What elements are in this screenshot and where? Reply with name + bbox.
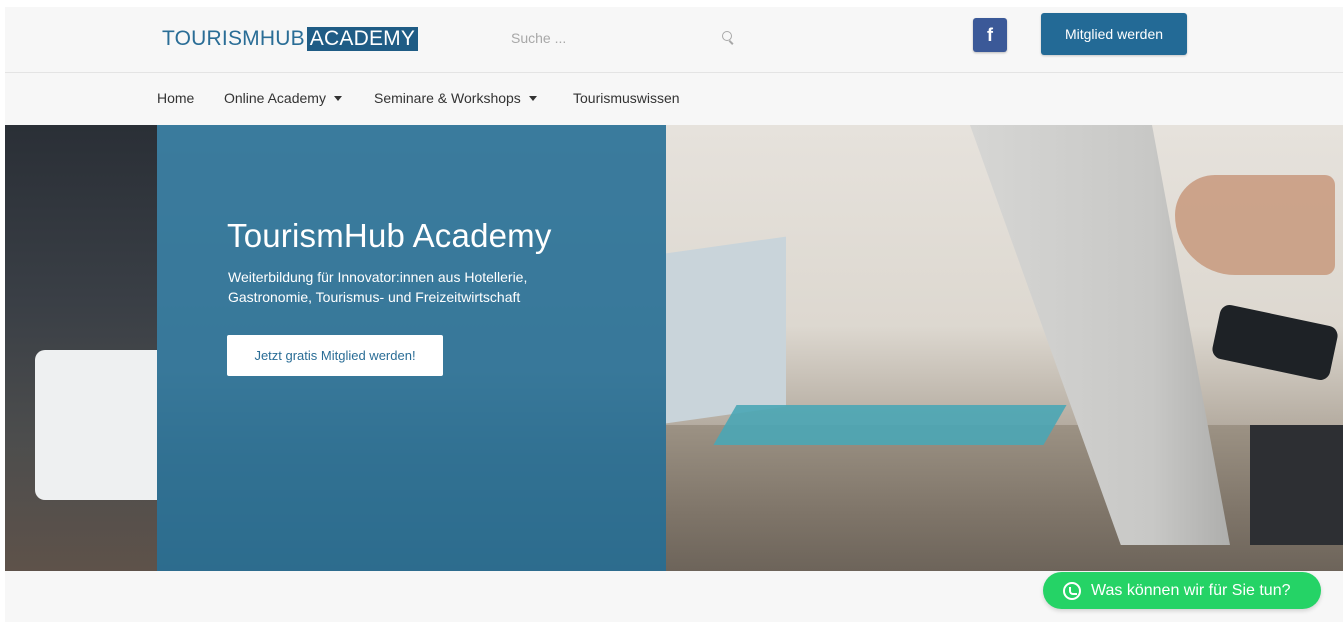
main-navigation: Home Online Academy Seminare & Workshops… [5,73,1343,125]
nav-item-label: Home [157,90,195,106]
hero-image-desk [666,425,1343,571]
search-input[interactable]: Suche ... [505,21,745,55]
search-icon[interactable] [721,30,737,46]
hero-subtitle-line: Weiterbildung für Innovator:innen aus Ho… [228,269,528,285]
whatsapp-icon [1063,581,1081,600]
nav-item-home[interactable]: Home [157,90,194,106]
nav-item-label: Online Academy [224,90,326,106]
caret-down-icon [333,95,342,101]
hero-image-tablet [666,236,786,424]
whatsapp-chat-button[interactable]: Was können wir für Sie tun? [1043,572,1321,609]
hero-subtitle: Weiterbildung für Innovator:innen aus Ho… [228,267,608,307]
hero-image-left [5,125,157,571]
hero-banner: TourismHub Academy Weiterbildung für Inn… [5,125,1343,571]
hero-title: TourismHub Academy [227,217,552,254]
hero-image-hand [1175,175,1335,275]
nav-item-online-academy[interactable]: Online Academy [224,90,342,106]
chat-label: Was können wir für Sie tun? [1091,581,1291,599]
top-header: TOURISMHUB ACADEMY Suche ... f Mitglied … [5,7,1343,73]
nav-item-label: Seminare & Workshops [374,90,521,106]
join-button[interactable]: Mitglied werden [1041,13,1187,55]
nav-item-tourismuswissen[interactable]: Tourismuswissen [573,90,680,106]
site-logo[interactable]: TOURISMHUB ACADEMY [162,27,419,51]
logo-text-highlight: ACADEMY [306,27,419,51]
facebook-icon[interactable]: f [973,18,1007,52]
hero-image-notebook [713,405,1067,445]
hero-image-keyboard [1250,425,1343,545]
hero-cta-button[interactable]: Jetzt gratis Mitglied werden! [227,335,443,376]
nav-item-seminare-workshops[interactable]: Seminare & Workshops [374,90,537,106]
search-placeholder[interactable]: Suche ... [511,30,721,46]
page: TOURISMHUB ACADEMY Suche ... f Mitglied … [5,7,1343,622]
logo-text-primary: TOURISMHUB [162,27,305,50]
hero-image-shirt-cuff [35,350,157,500]
nav-item-label: Tourismuswissen [573,90,680,106]
caret-down-icon [528,95,537,101]
hero-subtitle-line: Gastronomie, Tourismus- und Freizeitwirt… [228,289,521,305]
